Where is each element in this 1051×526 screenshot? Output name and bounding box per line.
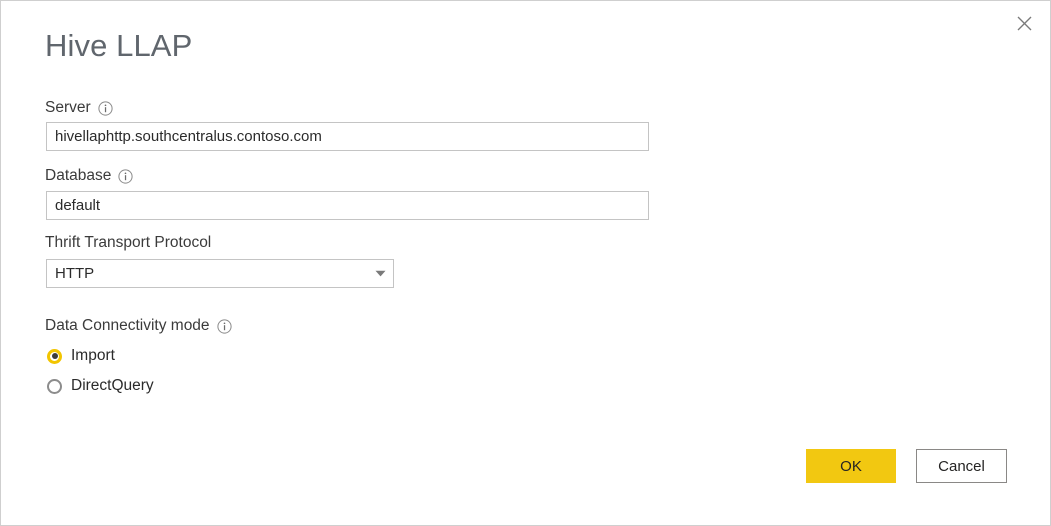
chevron-down-icon[interactable]	[367, 270, 393, 277]
database-input[interactable]	[46, 191, 649, 220]
radio-option-directquery[interactable]: DirectQuery	[47, 377, 154, 395]
radio-option-import-label: Import	[71, 347, 115, 364]
data-connectivity-mode-label-text: Data Connectivity mode	[45, 317, 210, 334]
close-icon	[1017, 16, 1032, 31]
data-connectivity-mode-label: Data Connectivity mode	[45, 317, 232, 335]
database-label-text: Database	[45, 167, 112, 184]
radio-unselected-icon	[47, 378, 62, 394]
radio-option-import[interactable]: Import	[47, 347, 115, 365]
hive-llap-connection-dialog: Hive LLAP Server Database Thrift Transpo…	[0, 0, 1051, 526]
info-icon[interactable]	[118, 168, 133, 184]
thrift-transport-protocol-select[interactable]: HTTP	[46, 259, 394, 288]
info-icon[interactable]	[98, 100, 113, 116]
thrift-transport-protocol-value: HTTP	[55, 265, 95, 282]
server-input[interactable]	[46, 122, 649, 151]
server-label: Server	[45, 99, 113, 117]
server-label-text: Server	[45, 99, 91, 116]
cancel-button[interactable]: Cancel	[916, 449, 1007, 483]
thrift-transport-protocol-label-text: Thrift Transport Protocol	[45, 234, 212, 251]
radio-selected-icon	[47, 348, 62, 364]
ok-button[interactable]: OK	[806, 449, 896, 483]
database-label: Database	[45, 167, 133, 185]
info-icon[interactable]	[216, 318, 232, 334]
thrift-transport-protocol-label: Thrift Transport Protocol	[45, 234, 211, 252]
radio-option-directquery-label: DirectQuery	[71, 377, 154, 394]
close-icon-button[interactable]	[1003, 5, 1045, 41]
dialog-title: Hive LLAP	[45, 28, 193, 63]
